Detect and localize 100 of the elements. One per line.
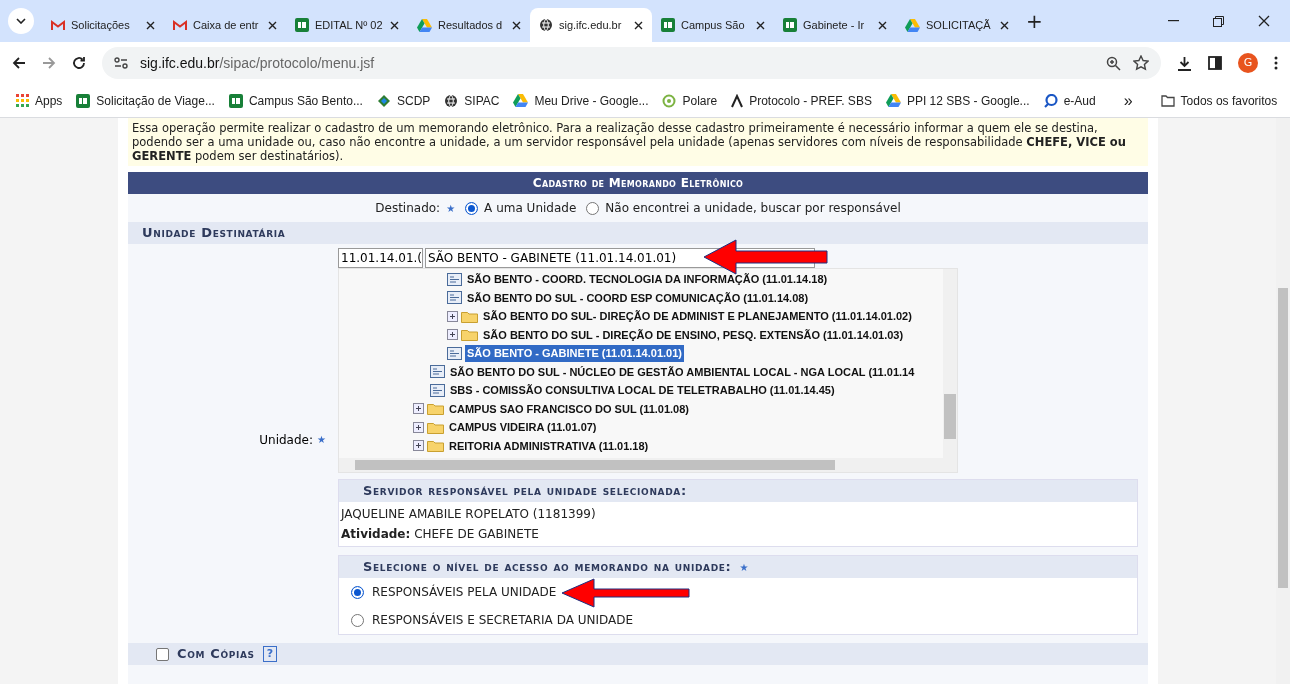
bookmark[interactable]: Protocolo - PREF. SBS bbox=[731, 91, 872, 110]
triangle-icon bbox=[885, 94, 901, 107]
tree-item[interactable]: SÃO BENTO DO SUL - DIREÇÃO DE ENSINO, PESQ. EXTENSÃO (11.01.14.01.03) bbox=[481, 326, 906, 343]
close-icon[interactable] bbox=[756, 20, 765, 30]
zoom-icon[interactable] bbox=[1106, 55, 1121, 71]
menu-icon[interactable] bbox=[1274, 56, 1278, 70]
folder-icon bbox=[427, 439, 444, 453]
help-button[interactable]: ? bbox=[262, 646, 278, 662]
back-icon[interactable] bbox=[12, 56, 26, 70]
forward-icon[interactable] bbox=[42, 56, 56, 70]
address-bar[interactable]: sig.ifc.edu.br/sipac/protocolo/menu.jsf bbox=[102, 47, 1161, 79]
folder-icon bbox=[427, 402, 444, 416]
bookmark[interactable]: Apps bbox=[16, 91, 63, 110]
section-header: Unidade Destinatária bbox=[128, 222, 1148, 244]
checkbox-label[interactable]: Com Cópias bbox=[177, 644, 255, 664]
tree-item[interactable]: CAMPUS VIDEIRA (11.01.07) bbox=[447, 419, 599, 436]
field-label: Destinado: bbox=[375, 200, 441, 217]
spreadsheet-icon bbox=[228, 93, 243, 108]
radio-button[interactable] bbox=[465, 201, 479, 215]
code-field[interactable]: 11.01.14.01.( bbox=[338, 248, 423, 268]
unit-icon bbox=[430, 383, 445, 397]
radio-label[interactable]: RESPONSÁVEIS PELA UNIDADE bbox=[372, 583, 557, 601]
unit-icon bbox=[447, 272, 462, 286]
bookmark[interactable]: Meu Drive - Google... bbox=[513, 91, 649, 110]
tree-item[interactable]: SÃO BENTO DO SUL - NÚCLEO DE GESTÃO AMBIENTAL LOCAL - NGA LOCAL (11.01.14 bbox=[448, 363, 917, 380]
expand-icon[interactable] bbox=[447, 329, 458, 341]
all-bookmarks-button[interactable]: Todos os favoritos bbox=[1160, 91, 1278, 110]
restore-icon[interactable] bbox=[1213, 15, 1224, 27]
tab-title: Solicitações bbox=[71, 17, 131, 33]
expand-icon[interactable] bbox=[413, 421, 424, 433]
unit-icon bbox=[447, 291, 462, 305]
tab-title: Resultados d bbox=[438, 17, 504, 33]
spreadsheet-icon bbox=[76, 93, 91, 108]
radio-button[interactable] bbox=[351, 585, 364, 599]
tab-title: Caixa de entr bbox=[193, 17, 260, 33]
radio-button[interactable] bbox=[351, 613, 364, 627]
folder-outline-icon bbox=[1160, 94, 1175, 107]
side-panel-icon[interactable] bbox=[1208, 56, 1222, 70]
section-header: Selecione o nível de acesso ao memorando na unidade: bbox=[363, 558, 732, 577]
new-tab-button[interactable]: + bbox=[1026, 6, 1043, 36]
minimize-icon[interactable] bbox=[1168, 20, 1179, 22]
radio-button[interactable] bbox=[586, 201, 600, 215]
tree-item[interactable]: REITORIA ADMINISTRATIVA (11.01.18) bbox=[447, 437, 651, 454]
tab-search-button[interactable] bbox=[8, 8, 34, 34]
close-icon[interactable] bbox=[878, 20, 887, 30]
browser-tab[interactable]: EDITAL Nº 02 bbox=[286, 8, 408, 42]
triangle-icon bbox=[417, 18, 432, 32]
chevron-down-icon bbox=[16, 18, 26, 24]
radio-label[interactable]: Não encontrei a unidade, buscar por responsável bbox=[605, 199, 901, 217]
bookmark[interactable]: Campus São Bento... bbox=[228, 91, 363, 110]
spreadsheet-icon bbox=[783, 18, 797, 32]
tree-item[interactable]: SÃO BENTO - GABINETE (11.01.14.01.01) bbox=[465, 345, 684, 362]
tree-item[interactable]: CAMPUS SAO FRANCISCO DO SUL (11.01.08) bbox=[447, 400, 691, 417]
bookmark[interactable]: Polare bbox=[662, 91, 718, 110]
tree-item[interactable]: SBS - COMISSÃO CONSULTIVA LOCAL DE TELETRABALHO (11.01.14.45) bbox=[448, 382, 837, 399]
checkbox[interactable] bbox=[156, 647, 169, 661]
triangle-icon bbox=[905, 18, 920, 32]
close-icon[interactable] bbox=[634, 20, 643, 30]
tree-item[interactable]: SÃO BENTO DO SUL - COORD ESP COMUNICAÇÃO (11.01.14.08) bbox=[465, 289, 811, 306]
search-badge-icon bbox=[1043, 93, 1058, 108]
browser-tab[interactable]: Resultados d bbox=[408, 8, 530, 42]
more-bookmarks-button[interactable]: » bbox=[1123, 88, 1133, 113]
notice-text: Essa operação permite realizar o cadastro de um memorando eletrônico. Para a realização desse cadastro primeiramente é necessário informar a quem ele se destina, podendo ser a uma unidade ou, caso não encontre a unidade, a um servidor responsável pela unidade (apenas servidores com níveis de responsabilidade CHEFE, VICE ou GERENTE podem ser destinatários). bbox=[128, 118, 1148, 166]
bookmark[interactable]: e-Aud bbox=[1043, 91, 1096, 110]
star-icon[interactable] bbox=[1133, 55, 1149, 71]
bookmark[interactable]: PPI 12 SBS - Google... bbox=[885, 91, 1030, 110]
close-icon[interactable] bbox=[512, 20, 521, 30]
browser-tab[interactable]: Campus São bbox=[652, 8, 774, 42]
required-mark: ★ bbox=[317, 433, 326, 447]
radio-label[interactable]: A uma Unidade bbox=[484, 199, 577, 217]
browser-tab[interactable]: Caixa de entr bbox=[164, 8, 286, 42]
ring-icon bbox=[662, 93, 677, 108]
browser-tab[interactable]: Solicitações bbox=[42, 8, 164, 42]
browser-tab[interactable]: SOLICITAÇÃ bbox=[896, 8, 1018, 42]
expand-icon[interactable] bbox=[447, 310, 458, 322]
mail-icon bbox=[51, 19, 65, 31]
grid-icon bbox=[16, 94, 29, 107]
horizontal-scrollbar[interactable] bbox=[339, 458, 943, 472]
form-header: Cadastro de Memorando Eletrônico bbox=[128, 172, 1148, 194]
close-icon[interactable] bbox=[390, 20, 399, 30]
close-icon[interactable] bbox=[1000, 20, 1009, 30]
close-icon[interactable] bbox=[1258, 15, 1270, 27]
bookmark[interactable]: SCDP bbox=[376, 91, 431, 110]
vertical-scrollbar[interactable] bbox=[943, 269, 957, 472]
bookmark[interactable]: Solicitação de Viage... bbox=[76, 91, 215, 110]
browser-tab[interactable]: sig.ifc.edu.br bbox=[530, 8, 652, 42]
close-icon[interactable] bbox=[146, 20, 155, 30]
reload-icon[interactable] bbox=[72, 56, 86, 70]
close-icon[interactable] bbox=[268, 20, 277, 30]
radio-label[interactable]: RESPONSÁVEIS E SECRETARIA DA UNIDADE bbox=[372, 611, 634, 629]
tree-item[interactable]: SÃO BENTO - COORD. TECNOLOGIA DA INFORMAÇÃO (11.01.14.18) bbox=[465, 271, 830, 288]
download-icon[interactable] bbox=[1177, 55, 1192, 71]
tab-title: sig.ifc.edu.br bbox=[559, 17, 623, 33]
bookmark[interactable]: SIPAC bbox=[444, 91, 500, 110]
expand-icon[interactable] bbox=[413, 440, 424, 452]
tab-title: Gabinete - Ir bbox=[803, 17, 866, 33]
expand-icon[interactable] bbox=[413, 403, 424, 415]
profile-avatar[interactable]: G bbox=[1238, 53, 1258, 73]
tree-item[interactable]: SÃO BENTO DO SUL- DIREÇÃO DE ADMINIST E PLANEJAMENTO (11.01.14.01.02) bbox=[481, 308, 914, 325]
browser-tab[interactable]: Gabinete - Ir bbox=[774, 8, 896, 42]
